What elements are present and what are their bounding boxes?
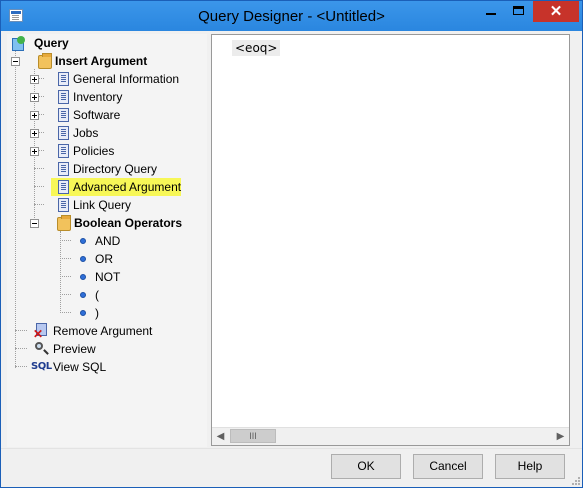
tree-item-label: Directory Query [73, 162, 158, 176]
tree-item-label: Insert Argument [55, 54, 148, 68]
operator-dot-icon [80, 310, 86, 316]
tree-item-label: NOT [95, 270, 121, 284]
folder-icon [38, 53, 52, 69]
operator-dot-icon [80, 292, 86, 298]
argument-tree: Query Insert Argument General Informatio… [7, 34, 207, 447]
ok-button[interactable]: OK [331, 454, 401, 479]
tree-item-link-query[interactable]: Link Query [11, 196, 201, 214]
tree-item-software[interactable]: Software [11, 106, 201, 124]
tree-item-or[interactable]: OR [11, 250, 201, 268]
tree-item-directory-query[interactable]: Directory Query [11, 160, 201, 178]
expand-toggle[interactable] [30, 111, 39, 120]
document-icon [58, 108, 69, 122]
operator-dot-icon [80, 274, 86, 280]
tree-item-insert-argument[interactable]: Insert Argument [11, 52, 201, 70]
tree-item-preview[interactable]: Preview [11, 340, 201, 358]
tree-item-inventory[interactable]: Inventory [11, 88, 201, 106]
tree-item-label: View SQL [53, 360, 107, 374]
operator-dot-icon [80, 238, 86, 244]
document-icon [58, 72, 69, 86]
tree-item-label: Inventory [73, 90, 123, 104]
tree-item-jobs[interactable]: Jobs [11, 124, 201, 142]
minimize-button[interactable] [477, 1, 505, 22]
tree-item-label: AND [95, 234, 121, 248]
document-icon [58, 126, 69, 140]
tree-item-label: OR [95, 252, 113, 266]
horizontal-scrollbar[interactable]: ◀ III ▶ [212, 427, 569, 445]
scroll-right-arrow-icon[interactable]: ▶ [552, 428, 569, 445]
tree-item-view-sql[interactable]: SQL View SQL [11, 358, 201, 376]
query-designer-window: Query Designer - <Untitled> ✕ Query Inse… [0, 0, 583, 488]
tree-item-label: Software [73, 108, 121, 122]
folder-icon [57, 215, 71, 231]
close-button[interactable]: ✕ [533, 1, 579, 22]
tree-item-and[interactable]: AND [11, 232, 201, 250]
tree-item-remove-argument[interactable]: ✕ Remove Argument [11, 322, 201, 340]
remove-icon: ✕ [33, 323, 49, 340]
tree-item-query[interactable]: Query [11, 34, 201, 52]
operator-dot-icon [80, 256, 86, 262]
sql-icon: SQL [31, 361, 52, 372]
divider [1, 448, 582, 449]
cancel-button[interactable]: Cancel [413, 454, 483, 479]
expand-toggle[interactable] [30, 147, 39, 156]
tree-item-open-paren[interactable]: ( [11, 286, 201, 304]
help-button[interactable]: Help [495, 454, 565, 479]
tree-item-label: Preview [53, 342, 96, 356]
tree-item-label: ) [95, 306, 99, 320]
tree-item-boolean-operators[interactable]: Boolean Operators [11, 214, 201, 232]
editor-side-gutter [571, 34, 580, 446]
expand-toggle[interactable] [30, 129, 39, 138]
maximize-button[interactable] [505, 1, 533, 22]
query-icon [11, 36, 25, 51]
collapse-toggle[interactable] [30, 219, 39, 228]
resize-grip-icon[interactable] [570, 475, 580, 485]
expand-toggle[interactable] [30, 93, 39, 102]
magnifier-icon [35, 342, 49, 356]
document-icon [58, 90, 69, 104]
tree-item-label: General Information [73, 72, 180, 86]
tree-item-advanced-argument[interactable]: Advanced Argument [11, 178, 201, 196]
query-editor[interactable]: <eoq> ◀ III ▶ [211, 34, 570, 446]
scroll-left-arrow-icon[interactable]: ◀ [212, 428, 229, 445]
scroll-thumb[interactable]: III [230, 429, 276, 443]
expand-toggle[interactable] [30, 75, 39, 84]
document-icon [58, 198, 69, 212]
tree-item-label: Link Query [73, 198, 132, 212]
end-of-query-token[interactable]: <eoq> [232, 40, 281, 56]
document-icon [58, 144, 69, 158]
tree-item-label: Remove Argument [53, 324, 153, 338]
tree-item-label: Query [34, 36, 69, 50]
tree-item-label: Advanced Argument [73, 180, 182, 194]
title-bar[interactable]: Query Designer - <Untitled> ✕ [1, 1, 582, 31]
document-icon [58, 180, 69, 194]
tree-item-label: Policies [73, 144, 115, 158]
tree-item-label: Boolean Operators [74, 216, 183, 230]
tree-item-not[interactable]: NOT [11, 268, 201, 286]
tree-item-label: Jobs [73, 126, 99, 140]
tree-item-policies[interactable]: Policies [11, 142, 201, 160]
tree-item-general-information[interactable]: General Information [11, 70, 201, 88]
tree-item-close-paren[interactable]: ) [11, 304, 201, 322]
collapse-toggle[interactable] [11, 57, 20, 66]
tree-item-label: ( [95, 288, 99, 302]
document-icon [58, 162, 69, 176]
